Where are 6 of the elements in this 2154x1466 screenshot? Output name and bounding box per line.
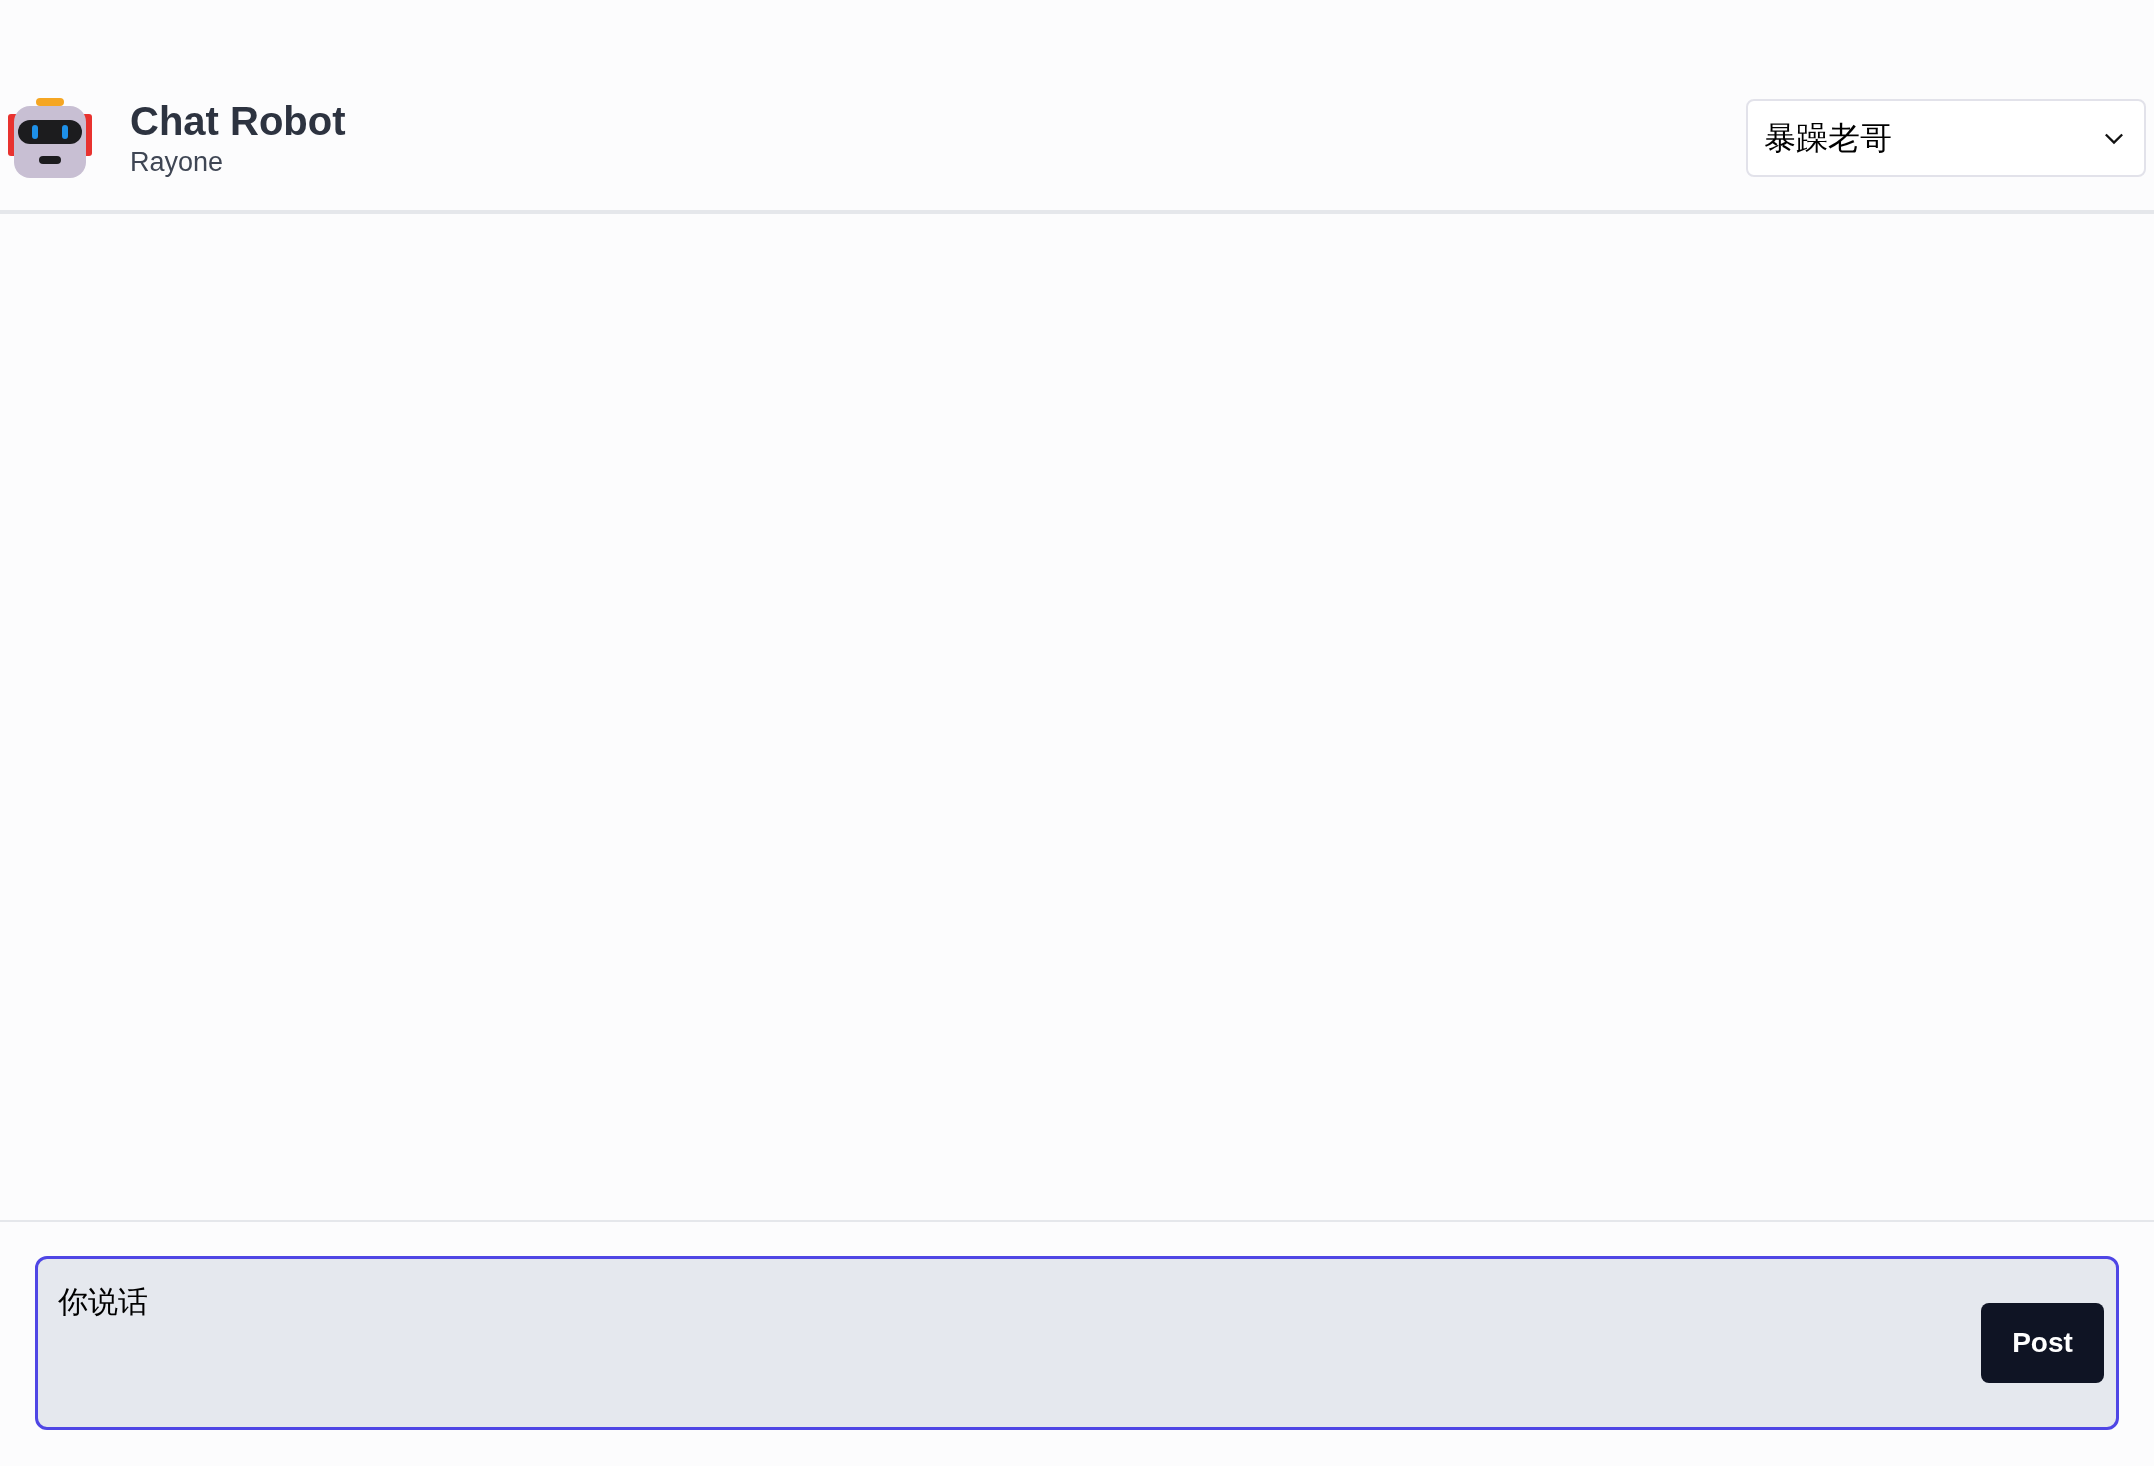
post-button[interactable]: Post xyxy=(1981,1303,2104,1383)
message-input[interactable]: 你说话 Post xyxy=(35,1256,2119,1430)
app-title: Chat Robot xyxy=(130,98,346,146)
robot-avatar-icon xyxy=(8,96,92,180)
persona-select[interactable]: 暴躁老哥 xyxy=(1746,99,2146,177)
app-subtitle: Rayone xyxy=(130,146,225,180)
